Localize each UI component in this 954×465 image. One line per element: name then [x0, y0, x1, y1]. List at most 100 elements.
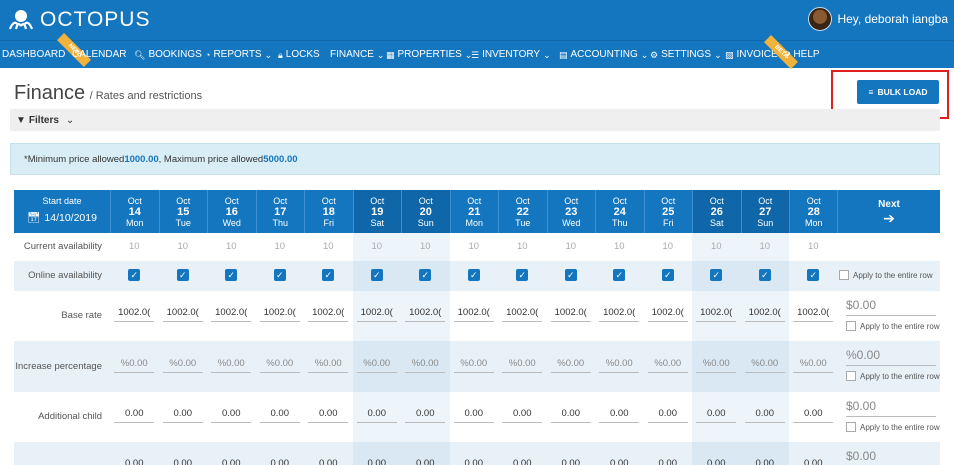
nav-bookings[interactable]: 🔍︎ BOOKINGS — [134, 41, 202, 69]
additional-child-input[interactable]: 0.00 — [696, 408, 737, 423]
additional-child-input[interactable]: 0.00 — [308, 408, 349, 423]
additional-child-input[interactable]: 0.00 — [114, 408, 155, 423]
base-rate-input[interactable]: 1002.0( — [550, 307, 591, 322]
additional-child-input[interactable]: 0.00 — [599, 408, 640, 423]
day-header-cell[interactable]: Oct 21 Mon — [449, 190, 499, 233]
checkbox-checked-icon[interactable]: ✓ — [225, 269, 238, 281]
additional-child-input[interactable]: 0.00 — [163, 458, 203, 465]
checkbox-checked-icon[interactable]: ✓ — [419, 269, 432, 281]
increase-percentage-input[interactable]: %0.00 — [502, 358, 543, 373]
base-rate-input[interactable]: 1002.0( — [356, 307, 397, 322]
grid-cell[interactable]: ✓ — [159, 269, 208, 281]
bulk-load-button[interactable]: ≡ BULK LOAD — [857, 80, 939, 104]
base-rate-input[interactable]: 1002.0( — [308, 307, 349, 322]
additional-child-input[interactable]: 0.00 — [308, 458, 348, 465]
grid-cell[interactable]: ✓ — [401, 269, 450, 281]
base-rate-input[interactable]: 1002.0( — [744, 307, 785, 322]
grid-cell[interactable]: ✓ — [595, 269, 644, 281]
base-rate-input[interactable]: 1002.0( — [647, 307, 688, 322]
additional-child-input[interactable]: 0.00 — [356, 408, 397, 423]
day-header-cell[interactable]: Oct 26 Sat — [692, 190, 741, 233]
avatar[interactable] — [808, 7, 833, 31]
checkbox-checked-icon[interactable]: ✓ — [613, 269, 626, 281]
day-header-cell[interactable]: Oct 18 Fri — [304, 190, 353, 233]
nav-properties[interactable]: ▦ PROPERTIES ⌄ — [386, 41, 472, 69]
user-menu[interactable]: Hey, deborah iangba — [808, 7, 948, 31]
additional-child-input[interactable]: 0.00 — [551, 458, 591, 465]
additional-child-input[interactable]: 0.00 — [744, 408, 785, 423]
checkbox-checked-icon[interactable]: ✓ — [128, 269, 141, 281]
day-header-cell[interactable]: Oct 23 Wed — [546, 190, 596, 233]
additional-child-input[interactable]: 0.00 — [696, 458, 736, 465]
nav-calendar[interactable]: CALENDAR — [72, 41, 126, 69]
additional-child-input[interactable]: 0.00 — [648, 458, 688, 465]
grid-cell[interactable]: ✓ — [741, 269, 790, 281]
increase-percentage-input[interactable]: %0.00 — [696, 358, 737, 373]
additional-child-input[interactable]: 0.00 — [502, 408, 543, 423]
checkbox-checked-icon[interactable]: ✓ — [176, 269, 189, 281]
base-rate-input[interactable]: 1002.0( — [502, 307, 543, 322]
octopus-logo[interactable]: OCTOPUS — [8, 8, 150, 32]
nav-finance[interactable]: FINANCE ⌄ — [330, 41, 384, 69]
grid-cell[interactable]: ✓ — [547, 269, 596, 281]
increase-percentage-input[interactable]: %0.00 — [356, 358, 397, 373]
nav-locks[interactable]: 🔒︎ LOCKS — [278, 41, 320, 69]
checkbox-checked-icon[interactable]: ✓ — [807, 269, 820, 281]
additional-child-input[interactable]: 0.00 — [453, 408, 494, 423]
nav-accounting[interactable]: ▤ ACCOUNTING ⌄ — [559, 41, 648, 69]
filters-toggle[interactable]: ▼ Filters ⌄ — [10, 109, 940, 131]
increase-percentage-input[interactable]: %0.00 — [453, 358, 494, 373]
checkbox-checked-icon[interactable]: ✓ — [758, 269, 771, 281]
nav-help[interactable]: ❓︎ HELP — [785, 41, 820, 69]
row-value-input[interactable]: $0.00 — [846, 298, 936, 316]
base-rate-input[interactable]: 1002.0( — [162, 307, 203, 322]
base-rate-input[interactable]: 1002.0( — [599, 307, 640, 322]
additional-child-input[interactable]: 0.00 — [211, 408, 252, 423]
additional-child-input[interactable]: 0.00 — [260, 458, 300, 465]
day-header-cell[interactable]: Oct 20 Sun — [401, 190, 450, 233]
apply-entire-row-checkbox[interactable]: Apply to the entire row — [846, 321, 940, 331]
additional-child-input[interactable]: 0.00 — [211, 458, 251, 465]
checkbox-checked-icon[interactable]: ✓ — [467, 269, 480, 281]
grid-cell[interactable]: ✓ — [353, 269, 402, 281]
additional-child-input[interactable]: 0.00 — [745, 458, 785, 465]
grid-cell[interactable]: ✓ — [789, 269, 838, 281]
increase-percentage-input[interactable]: %0.00 — [793, 358, 834, 373]
base-rate-input[interactable]: 1002.0( — [114, 307, 155, 322]
additional-child-input[interactable]: 0.00 — [793, 458, 833, 465]
grid-cell[interactable]: ✓ — [207, 269, 256, 281]
grid-cell[interactable]: ✓ — [256, 269, 305, 281]
additional-child-input[interactable]: 0.00 — [259, 408, 300, 423]
base-rate-input[interactable]: 1002.0( — [696, 307, 737, 322]
additional-child-input[interactable]: 0.00 — [405, 408, 446, 423]
grid-cell[interactable]: ✓ — [450, 269, 499, 281]
nav-settings[interactable]: ⚙︎ SETTINGS ⌄ — [650, 41, 722, 69]
increase-percentage-input[interactable]: %0.00 — [114, 358, 155, 373]
additional-child-input[interactable]: 0.00 — [793, 408, 834, 423]
base-rate-input[interactable]: 1002.0( — [211, 307, 252, 322]
row-value-input[interactable]: $0.00 — [846, 399, 936, 417]
additional-child-input[interactable]: 0.00 — [647, 408, 688, 423]
nav-dashboard[interactable]: DASHBOARD — [2, 41, 65, 69]
increase-percentage-input[interactable]: %0.00 — [308, 358, 349, 373]
increase-percentage-input[interactable]: %0.00 — [599, 358, 640, 373]
grid-cell[interactable]: ✓ — [644, 269, 693, 281]
nav-inventory[interactable]: ☰ INVENTORY ⌄ — [471, 41, 551, 69]
checkbox-checked-icon[interactable]: ✓ — [370, 269, 383, 281]
checkbox-checked-icon[interactable]: ✓ — [564, 269, 577, 281]
grid-cell[interactable]: ✓ — [110, 269, 159, 281]
additional-child-input[interactable]: 0.00 — [405, 458, 445, 465]
day-header-cell[interactable]: Oct 22 Tue — [498, 190, 547, 233]
base-rate-input[interactable]: 1002.0( — [453, 307, 494, 322]
day-header-cell[interactable]: Oct 17 Thu — [255, 190, 305, 233]
day-header-cell[interactable]: Oct 19 Sat — [352, 190, 401, 233]
start-date-cell[interactable]: Start date 📅︎ 14/10/2019 — [14, 190, 110, 233]
day-header-cell[interactable]: Oct 27 Sun — [740, 190, 789, 233]
checkbox-checked-icon[interactable]: ✓ — [661, 269, 674, 281]
additional-child-input[interactable]: 0.00 — [114, 458, 154, 465]
apply-entire-row-checkbox[interactable]: Apply to the entire row — [846, 371, 940, 381]
checkbox-checked-icon[interactable]: ✓ — [273, 269, 286, 281]
increase-percentage-input[interactable]: %0.00 — [647, 358, 688, 373]
day-header-cell[interactable]: Oct 25 Fri — [643, 190, 693, 233]
additional-child-input[interactable]: 0.00 — [162, 408, 203, 423]
